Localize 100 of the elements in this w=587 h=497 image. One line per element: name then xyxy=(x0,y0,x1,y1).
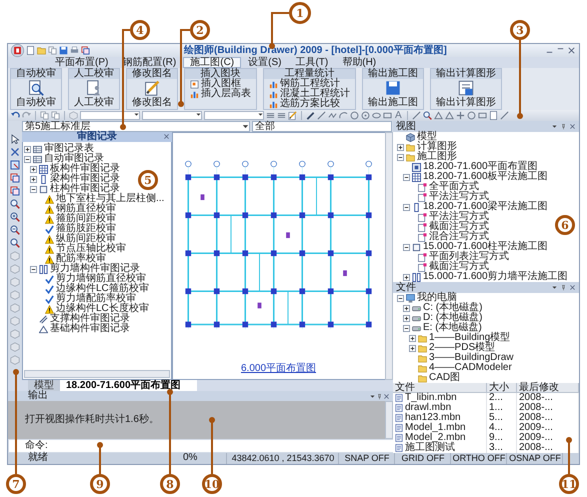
line-icon[interactable] xyxy=(317,111,326,120)
scope-dropdown[interactable]: 全部 xyxy=(252,121,392,132)
ribbon-button[interactable]: 输出施工图 xyxy=(366,80,420,108)
scrollbar[interactable] xyxy=(385,132,393,380)
pin-icon[interactable] xyxy=(560,123,567,130)
tree-item[interactable]: 施工图形 xyxy=(417,152,457,162)
ribbon-button[interactable]: 选筋方案比较 xyxy=(267,99,342,109)
layer-dropdown[interactable]: 第5施工标准层 xyxy=(22,121,250,132)
zoom-out-icon[interactable] xyxy=(10,225,20,235)
ribbon-button[interactable]: 混凝土工程统计 xyxy=(267,89,352,99)
expand-icon[interactable] xyxy=(403,304,410,312)
collapse-icon[interactable] xyxy=(397,154,404,160)
tree-item[interactable]: 混合注写方式 xyxy=(429,232,489,242)
table-cell[interactable]: 施工图测试 xyxy=(405,443,455,453)
collapse-icon[interactable] xyxy=(403,174,410,180)
collapse-icon[interactable] xyxy=(30,186,37,192)
table-cell[interactable]: Model_1.mbn xyxy=(405,423,466,433)
table-cell[interactable]: drawl.mbn xyxy=(405,403,452,413)
tree-item[interactable]: 配筋率校审 xyxy=(56,254,106,264)
tree-item[interactable]: 剪力墙钢筋直径校审 xyxy=(56,274,146,284)
list-icon[interactable] xyxy=(277,111,286,120)
tree-item[interactable]: 1——Building模型 xyxy=(429,333,510,343)
close-icon[interactable] xyxy=(569,123,576,130)
tree-item[interactable]: 板构件审图记录 xyxy=(50,164,120,174)
table-cell[interactable]: Model_2.mbn xyxy=(405,433,466,443)
collapse-icon[interactable] xyxy=(30,266,37,272)
circle-icon[interactable] xyxy=(466,111,476,120)
pen-icon[interactable] xyxy=(306,111,315,120)
tree-item[interactable]: 基础构件审图记录 xyxy=(50,324,130,334)
tree-item[interactable]: 18.200-71.600梁平法施工图 xyxy=(423,202,548,212)
command-field[interactable]: 命令: xyxy=(9,440,393,452)
document-tab[interactable]: 18.200-71.600平面布置图 xyxy=(60,380,197,391)
tree-item[interactable]: 18.200-71.600板平法施工图 xyxy=(423,172,548,182)
tree-item[interactable]: 节点压轴比校审 xyxy=(56,244,126,254)
pencil-icon[interactable] xyxy=(288,111,297,120)
tree-item[interactable]: 截面注写方式 xyxy=(429,262,489,272)
tree-item[interactable]: 15.000-71.600剪力墙平法施工图 xyxy=(423,272,568,282)
tree-item[interactable]: D: (本地磁盘) xyxy=(423,313,482,323)
tree-item[interactable]: 我的电脑 xyxy=(417,293,457,303)
ribbon-button[interactable]: 自动校审 xyxy=(14,80,58,108)
tree-item[interactable]: 截面注写方式 xyxy=(429,222,489,232)
scrollbar[interactable] xyxy=(385,401,393,439)
tree-item[interactable]: 审图记录表 xyxy=(44,144,94,154)
expand-icon[interactable] xyxy=(30,166,37,172)
tree-item[interactable]: 平面列表注写方式 xyxy=(429,252,509,262)
tree-item[interactable]: CAD图 xyxy=(429,373,460,383)
close-icon[interactable] xyxy=(567,46,576,55)
tree-item[interactable]: 边缘构件LC长度校审 xyxy=(56,304,149,314)
rectangle-icon[interactable] xyxy=(478,111,487,120)
expand-icon[interactable] xyxy=(397,144,404,150)
close-icon[interactable] xyxy=(163,133,170,140)
pin-icon[interactable] xyxy=(376,392,383,400)
tree-item[interactable]: 计算图形 xyxy=(417,142,457,152)
tree-item[interactable]: 柱构件审图记录 xyxy=(50,184,120,194)
copy-icon[interactable] xyxy=(48,46,57,55)
cross-icon[interactable] xyxy=(10,147,20,157)
tree-item[interactable]: 平法注写方式 xyxy=(429,192,489,202)
arc-icon[interactable] xyxy=(339,111,348,120)
tree-item[interactable]: 平法注写方式 xyxy=(429,212,489,222)
table-cell[interactable]: han123.mbn xyxy=(405,413,461,423)
printer-icon[interactable] xyxy=(70,46,79,55)
collapse-icon[interactable] xyxy=(403,204,410,210)
scrollbar[interactable] xyxy=(24,370,170,378)
expand-icon[interactable] xyxy=(30,176,37,182)
target-icon[interactable] xyxy=(361,111,370,120)
expand-icon[interactable] xyxy=(403,274,410,280)
circle-icon[interactable] xyxy=(350,111,359,120)
tree-item[interactable]: 全平面方式 xyxy=(429,182,479,192)
tree-item[interactable]: 4——CADModeler xyxy=(429,363,512,373)
tree-item[interactable]: 纵筋间距校审 xyxy=(56,234,116,244)
ribbon-button[interactable]: 修改图名 xyxy=(130,80,174,108)
collapse-icon[interactable] xyxy=(403,244,410,250)
app-logo-icon[interactable] xyxy=(11,44,24,57)
tree-item[interactable]: 15.000-71.600柱平法施工图 xyxy=(423,242,548,252)
ribbon-button[interactable]: 插入层高表 xyxy=(188,89,253,99)
table-cell[interactable]: T_libin.mbn xyxy=(405,393,457,403)
polyline-icon[interactable] xyxy=(328,111,337,120)
collapse-icon[interactable] xyxy=(403,324,410,332)
ribbon-button[interactable]: 插入图框 xyxy=(188,79,243,89)
ribbon-button[interactable]: 输出计算图形 xyxy=(434,80,498,108)
stack-icon[interactable] xyxy=(81,46,90,55)
tree-item[interactable]: 模型 xyxy=(417,132,437,142)
line-icon[interactable] xyxy=(412,111,421,120)
document-tab[interactable]: 模型 xyxy=(28,380,60,391)
zoom-icon[interactable] xyxy=(10,238,20,248)
folder-icon[interactable] xyxy=(37,46,46,55)
column-header[interactable]: 大小 xyxy=(487,383,517,393)
tree-item[interactable]: 箍筋间距校审 xyxy=(56,214,116,224)
collapse-icon[interactable] xyxy=(24,156,31,162)
zoom-icon[interactable] xyxy=(10,199,20,209)
tree-item[interactable]: 地下室柱与其上层柱侧... xyxy=(56,194,164,204)
close-icon[interactable] xyxy=(569,284,576,291)
expand-icon[interactable] xyxy=(403,314,410,322)
column-header[interactable]: 文件 xyxy=(393,383,487,393)
tree-item[interactable]: 剪力墙构件审图记录 xyxy=(50,264,140,274)
collapse-icon[interactable] xyxy=(397,294,404,302)
caret-icon[interactable] xyxy=(551,284,558,291)
menu-tab[interactable]: 平面布置(P) xyxy=(48,57,116,68)
zoom-in-icon[interactable] xyxy=(10,212,20,222)
tree-item[interactable]: 剪力墙配筋率校审 xyxy=(56,294,136,304)
